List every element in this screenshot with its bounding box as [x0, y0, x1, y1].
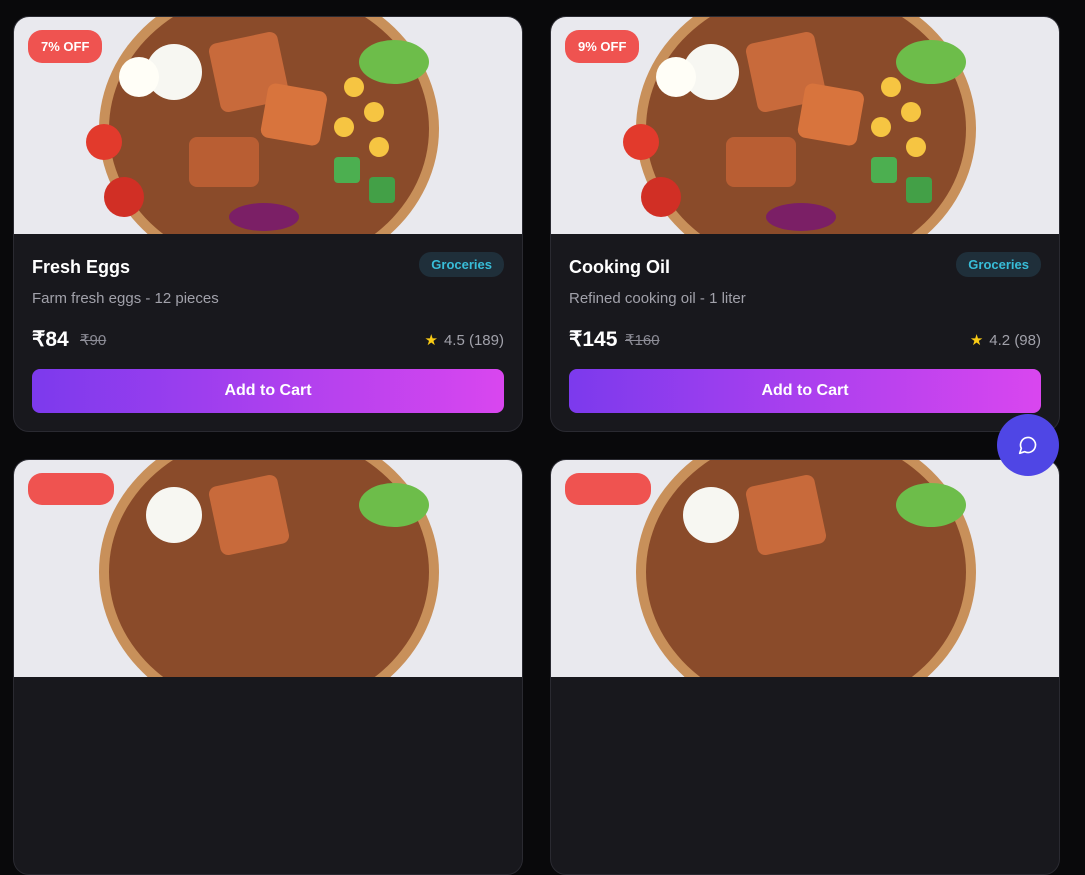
product-old-price: ₹160: [625, 332, 660, 349]
product-price: ₹84: [32, 328, 69, 351]
product-description: Refined cooking oil - 1 liter: [569, 290, 746, 307]
product-image: 7% OFF: [14, 17, 522, 234]
add-to-cart-button[interactable]: Add to Cart: [569, 369, 1041, 413]
product-card[interactable]: [13, 459, 523, 875]
category-tag: Groceries: [956, 252, 1041, 277]
product-card[interactable]: 9% OFF Cooking Oil Groceries Refined coo…: [550, 16, 1060, 432]
product-card[interactable]: 7% OFF Fresh Eggs Groceries Farm fresh e…: [13, 16, 523, 432]
add-to-cart-button[interactable]: Add to Cart: [32, 369, 504, 413]
product-rating: ★ 4.2 (98): [970, 331, 1041, 349]
rating-text: 4.5 (189): [443, 332, 504, 349]
discount-badge: [28, 473, 114, 505]
product-card[interactable]: [550, 459, 1060, 875]
discount-badge: 9% OFF: [565, 30, 640, 63]
product-rating: ★ 4.5 (189): [425, 331, 505, 349]
product-image: [551, 460, 1059, 677]
star-icon: ★: [424, 332, 438, 349]
product-description: Farm fresh eggs - 12 pieces: [32, 290, 219, 307]
discount-badge: 7% OFF: [28, 30, 103, 63]
rating-text: 4.2 (98): [989, 332, 1041, 349]
category-tag: Groceries: [419, 252, 504, 277]
star-icon: ★: [969, 332, 984, 349]
product-title[interactable]: Cooking Oil: [569, 257, 670, 278]
product-image: 9% OFF: [551, 17, 1059, 234]
discount-badge: [565, 473, 651, 505]
product-old-price: ₹90: [80, 332, 107, 349]
product-image: [14, 460, 522, 677]
chat-button[interactable]: [997, 414, 1059, 476]
product-title[interactable]: Fresh Eggs: [32, 257, 130, 278]
chat-bubble-icon: [1018, 436, 1037, 455]
product-price: ₹145: [569, 328, 618, 351]
